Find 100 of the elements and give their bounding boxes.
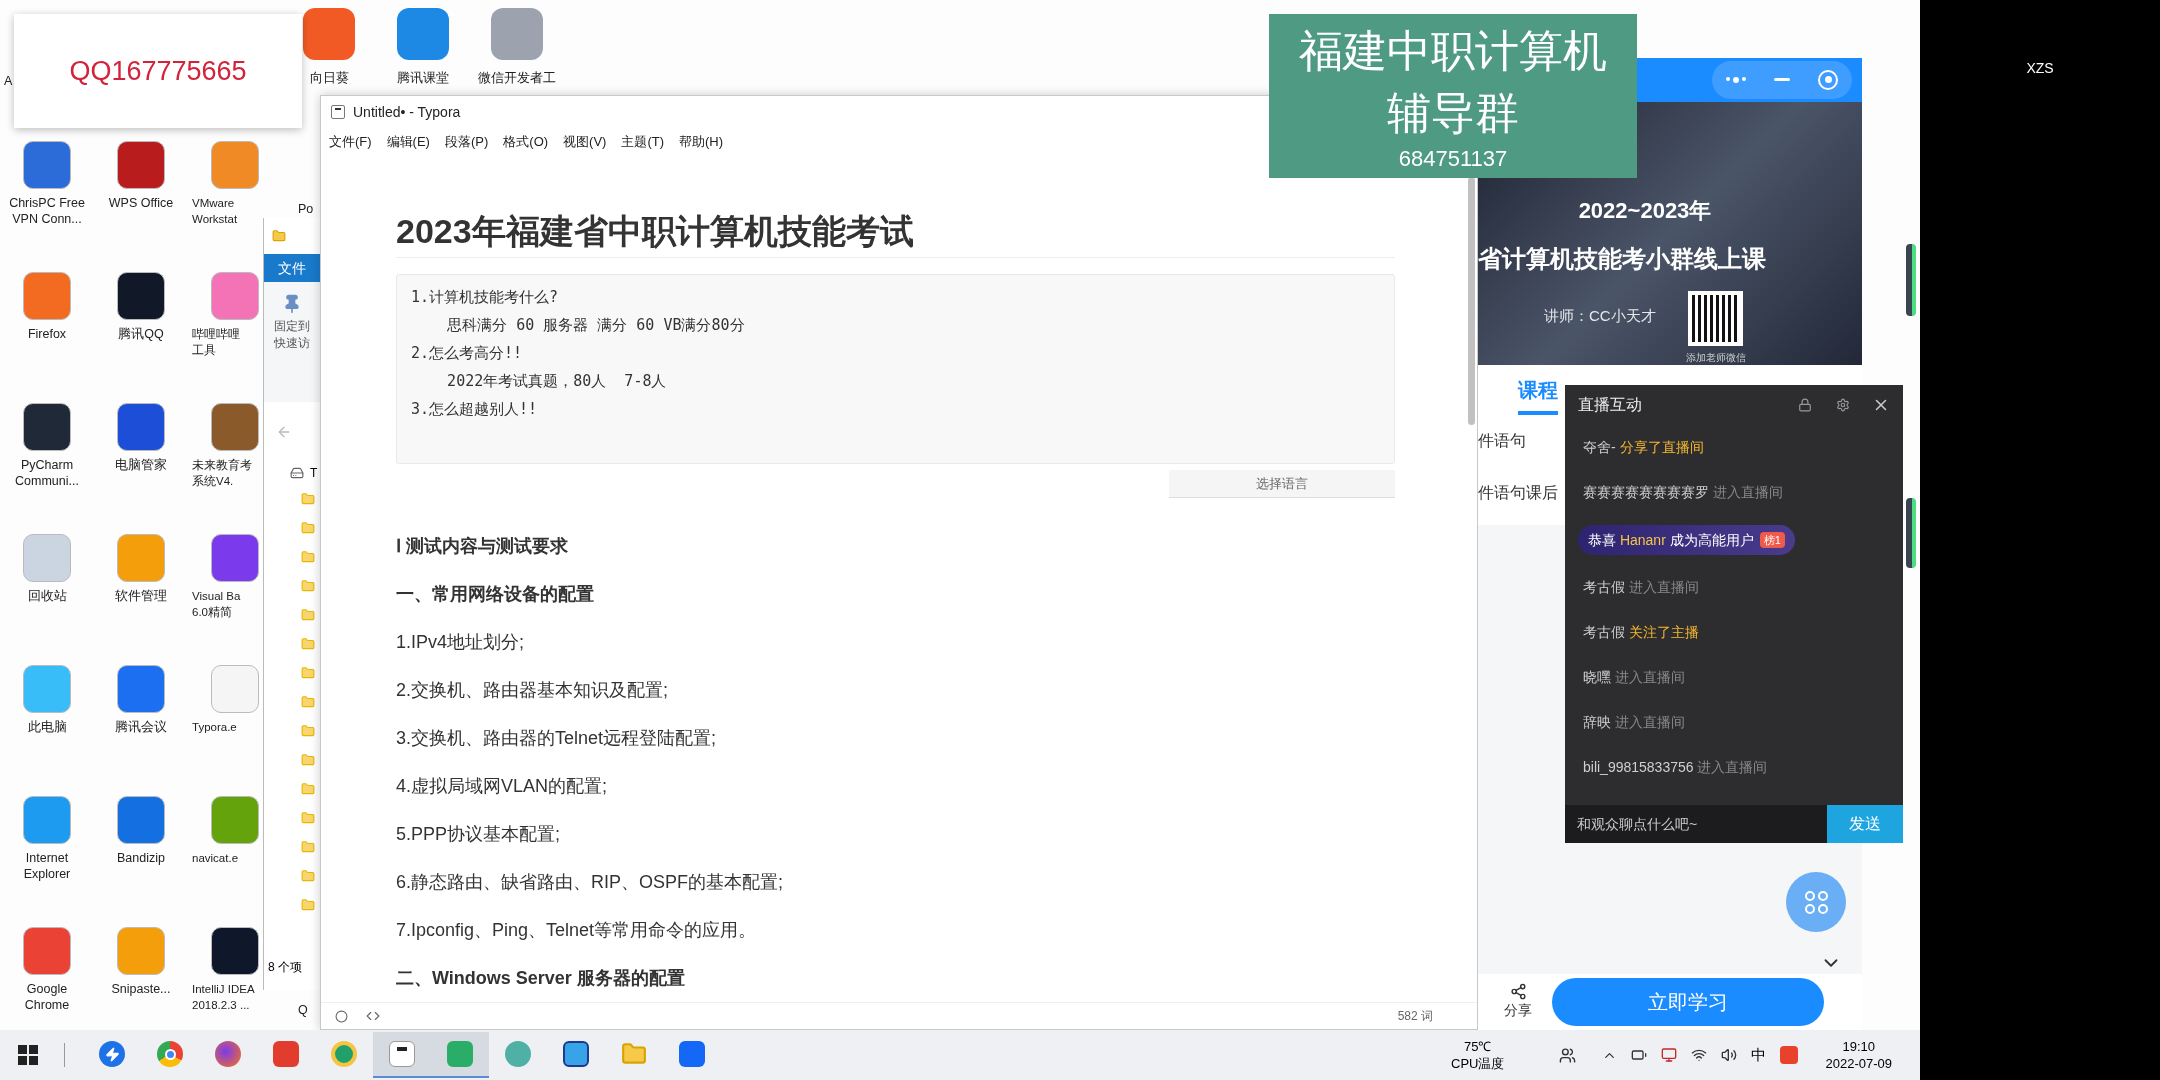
menu-item[interactable]: 主题(T): [621, 131, 665, 152]
list-text: 1.IPv4地址划分;: [396, 630, 525, 654]
app-icon[interactable]: [23, 403, 71, 451]
scrollbar-thumb[interactable]: [1468, 177, 1475, 426]
temperature-label: CPU温度: [1451, 1055, 1505, 1072]
icon-label: Po: [298, 201, 314, 218]
list-text: 6.静态路由、缺省路由、RIP、OSPF的基本配置;: [396, 870, 784, 894]
chat-message: 考古假 关注了主播: [1583, 623, 1699, 642]
monitor-icon[interactable]: [1660, 1047, 1677, 1063]
icon-label: Internet Explorer: [23, 850, 71, 882]
more-icon[interactable]: [1726, 76, 1746, 83]
contact-text: QQ167775665: [69, 54, 247, 88]
list-text: 4.虚拟局域网VLAN的配置;: [396, 774, 608, 798]
chat-message: 辞映 进入直播间: [1583, 713, 1685, 732]
icon-label: Snipaste...: [111, 981, 171, 997]
qr-code-drawing: [1688, 290, 1744, 346]
icon-label: 电脑管家: [115, 457, 167, 473]
chat-message: 晓嘿 进入直播间: [1583, 668, 1685, 687]
lesson-title[interactable]: 件语句: [1478, 428, 1526, 453]
language-select-button[interactable]: 选择语言: [1169, 470, 1395, 499]
temperature-value: 75℃: [1464, 1038, 1492, 1055]
code-icon[interactable]: [366, 1009, 380, 1023]
pin-icon[interactable]: [282, 294, 302, 314]
document-heading: 2023年福建省中职计算机技能考试: [396, 209, 1395, 259]
people-icon[interactable]: [1558, 1046, 1576, 1064]
document-app-icon: [273, 1041, 299, 1067]
app-icon[interactable]: [211, 927, 259, 975]
share-label[interactable]: 分享: [1504, 999, 1532, 1021]
bolt-icon: [99, 1041, 125, 1067]
chat-input[interactable]: 和观众聊点什么吧~: [1565, 805, 1827, 843]
icon-label: A: [4, 73, 13, 90]
drive-icon: [290, 466, 304, 480]
menu-item[interactable]: 帮助(H): [679, 131, 724, 152]
chat-message: 夺舍- 分享了直播间: [1583, 438, 1704, 457]
share-icon[interactable]: [1509, 982, 1527, 1000]
rank-badge: 榜1: [1759, 531, 1785, 549]
picture-app-icon: [563, 1041, 589, 1067]
code-line: 1.计算机技能考什么?: [411, 287, 560, 309]
icon-label: 哔哩哔哩 工具: [191, 327, 240, 358]
banner-title: 省计算机技能考小群线上课: [1478, 243, 1767, 274]
icon-label: Q: [298, 1002, 309, 1020]
list-text: 5.PPP协议基本配置;: [396, 822, 561, 846]
icon-label: 此电脑: [27, 719, 67, 735]
folder-icon: [621, 1041, 647, 1067]
icon-label: IntelliJ IDEA 2018.2.3 ...: [191, 982, 255, 1013]
app-icon[interactable]: [117, 403, 165, 451]
icon-label: Visual Ba 6.0精简: [191, 589, 241, 620]
list-text: 2.交换机、路由器基本知识及配置;: [396, 678, 668, 702]
icon-label: 腾讯课堂: [397, 70, 449, 86]
pin-label[interactable]: 固定到 快速访: [274, 318, 310, 352]
menu-item[interactable]: 文件(F): [329, 131, 372, 152]
icon-label: VMware Workstat: [191, 196, 238, 227]
code-line: 思科满分 60 服务器 满分 60 VB满分80分: [446, 315, 746, 337]
chat-message: bili_99815833756 进入直播间: [1583, 758, 1768, 777]
teacher-name: 讲师：CC小天才: [1544, 305, 1656, 326]
item-count: 8 个项: [267, 959, 303, 976]
icon-label: WPS Office: [108, 195, 174, 211]
input-method-indicator[interactable]: 中: [1750, 1043, 1766, 1067]
windows-start-icon[interactable]: [18, 1045, 38, 1065]
menu-item[interactable]: 格式(O): [503, 131, 549, 152]
menu-item[interactable]: 编辑(E): [386, 131, 430, 152]
icon-label: 回收站: [27, 588, 67, 604]
lesson-title[interactable]: 件语句课后: [1478, 480, 1558, 505]
browser-icon: [157, 1041, 183, 1067]
list-text: 7.Ipconfig、Ping、Telnet等常用命令的应用。: [396, 918, 757, 942]
menu-item[interactable]: 段落(P): [444, 131, 489, 152]
section-heading: Ⅰ 测试内容与测试要求: [396, 534, 568, 558]
level-meter-drawing: [1906, 244, 1916, 316]
icon-label: 向日葵: [309, 70, 349, 86]
battery-icon[interactable]: [1630, 1047, 1647, 1063]
chat-message: 赛赛赛赛赛赛赛赛罗 进入直播间: [1583, 483, 1783, 502]
icon-label: 腾讯QQ: [118, 326, 164, 342]
banner-year: 2022~2023年: [1577, 196, 1713, 225]
avatar-icon: [505, 1041, 531, 1067]
drive-label[interactable]: T: [310, 464, 318, 482]
minimize-icon[interactable]: [1774, 78, 1790, 82]
ribbon-tab[interactable]: 文件: [278, 257, 306, 279]
settings-icon[interactable]: [1836, 398, 1850, 412]
record-icon[interactable]: [1818, 69, 1838, 90]
menu-item[interactable]: 视图(V): [563, 131, 607, 152]
list-text: 3.交换机、路由器的Telnet远程登陆配置;: [396, 726, 717, 750]
code-line: 3.怎么超越别人!!: [411, 399, 539, 421]
clock-time[interactable]: 19:10: [1842, 1038, 1875, 1055]
circle-icon[interactable]: [335, 1009, 348, 1023]
app-icon[interactable]: [117, 141, 165, 189]
group-number: 684751137: [1398, 145, 1508, 173]
clock-date[interactable]: 2022-07-09: [1825, 1055, 1892, 1072]
level-meter-drawing: [1906, 498, 1916, 568]
icon-label: Google Chrome: [24, 981, 70, 1013]
icon-label: PyCharm Communi...: [15, 457, 79, 489]
chat-app-icon: [447, 1041, 473, 1067]
lock-icon[interactable]: [1798, 398, 1812, 412]
icon-label: navicat.e: [191, 851, 239, 866]
volume-icon[interactable]: [1720, 1047, 1737, 1063]
app-icon[interactable]: [117, 272, 165, 320]
wifi-icon[interactable]: [1690, 1047, 1707, 1063]
word-count[interactable]: 582 词: [1397, 1007, 1463, 1025]
icon-label: Bandizip: [117, 850, 165, 866]
app-icon: [331, 1041, 357, 1067]
grid-icon: [1804, 890, 1828, 914]
